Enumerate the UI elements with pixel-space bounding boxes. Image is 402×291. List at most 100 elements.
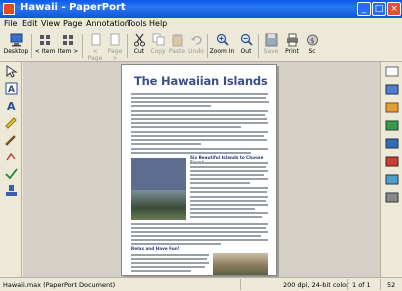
text-line bbox=[190, 216, 262, 218]
text-line bbox=[131, 93, 268, 95]
document-heading: The Hawaiian Islands bbox=[134, 74, 268, 88]
floppy-disk-icon bbox=[265, 33, 277, 47]
cut-button[interactable]: Cut bbox=[130, 33, 148, 60]
status-divider bbox=[347, 279, 348, 290]
toolbar-separator bbox=[127, 34, 128, 58]
paperport-window: Hawaii - PaperPort _ □ × File Edit View … bbox=[0, 0, 402, 291]
text-line bbox=[190, 200, 266, 202]
freehand-text-icon[interactable]: A bbox=[5, 99, 18, 112]
application-link-icon[interactable] bbox=[385, 120, 399, 131]
status-bar: Hawaii.max (PaperPort Document) 200 dpi,… bbox=[0, 277, 402, 291]
stamp-icon[interactable] bbox=[5, 184, 18, 197]
previous-item-label: < Item bbox=[34, 48, 56, 55]
text-line bbox=[131, 135, 264, 137]
menu-page[interactable]: Page bbox=[63, 19, 82, 28]
zoom-out-button[interactable]: Out bbox=[236, 33, 256, 60]
menu-annotation[interactable]: Annotation bbox=[86, 19, 130, 28]
paste-icon bbox=[172, 34, 182, 47]
previous-page-label: < Page bbox=[87, 48, 103, 62]
menu-view[interactable]: View bbox=[41, 19, 60, 28]
scan-icon: $ bbox=[306, 34, 318, 46]
desktop-button[interactable]: Desktop bbox=[3, 33, 29, 60]
previous-page-button[interactable]: < Page bbox=[85, 33, 105, 62]
text-line bbox=[190, 174, 264, 176]
minimize-button[interactable]: _ bbox=[357, 2, 371, 16]
pencil-icon[interactable] bbox=[5, 133, 18, 146]
text-line bbox=[131, 258, 207, 260]
undo-label: Undo bbox=[188, 48, 204, 55]
print-label: Print bbox=[285, 48, 299, 55]
menu-file[interactable]: File bbox=[4, 19, 17, 28]
toolbar-separator bbox=[82, 34, 83, 58]
text-line bbox=[131, 254, 209, 256]
text-line bbox=[131, 239, 268, 241]
cut-label: Cut bbox=[133, 48, 145, 55]
highlighter-icon[interactable] bbox=[5, 116, 18, 129]
menu-edit[interactable]: Edit bbox=[22, 19, 38, 28]
status-page-count: 1 of 1 bbox=[352, 281, 371, 289]
text-line bbox=[131, 131, 268, 133]
text-line bbox=[131, 101, 269, 103]
svg-text:A: A bbox=[7, 100, 16, 112]
window-title: Hawaii - PaperPort bbox=[20, 2, 126, 13]
paperport-app-icon[interactable] bbox=[3, 3, 15, 15]
text-line bbox=[131, 118, 267, 120]
text-line bbox=[131, 148, 268, 150]
text-line bbox=[131, 122, 268, 124]
scissors-icon bbox=[133, 33, 145, 47]
maximize-button[interactable]: □ bbox=[372, 2, 386, 16]
zoom-out-label: Out bbox=[240, 48, 252, 55]
text-line bbox=[190, 212, 268, 214]
previous-item-icon bbox=[39, 35, 50, 45]
status-divider bbox=[380, 279, 381, 290]
check-mark-icon[interactable] bbox=[5, 167, 18, 180]
text-line bbox=[190, 191, 267, 193]
copy-button[interactable]: Copy bbox=[149, 33, 167, 60]
next-page-icon bbox=[110, 33, 119, 46]
text-line bbox=[131, 126, 241, 128]
text-line bbox=[131, 243, 221, 245]
document-page[interactable]: The Hawaiian Islands Six Beautiful Islan… bbox=[121, 64, 277, 276]
toolbar-separator bbox=[258, 34, 259, 58]
menu-help[interactable]: Help bbox=[149, 19, 167, 28]
application-link-icon[interactable] bbox=[385, 138, 399, 149]
line-tool-icon[interactable] bbox=[5, 150, 18, 163]
previous-page-icon bbox=[91, 33, 100, 46]
text-line bbox=[131, 139, 267, 141]
scan-button[interactable]: $ Sc bbox=[303, 33, 321, 60]
paste-label: Paste bbox=[168, 48, 186, 55]
hawaii-map-image bbox=[131, 158, 186, 193]
text-line bbox=[190, 166, 266, 168]
application-link-icon[interactable] bbox=[385, 156, 399, 167]
close-button[interactable]: × bbox=[387, 2, 401, 16]
send-to-bar bbox=[380, 62, 402, 277]
text-note-icon[interactable]: A bbox=[5, 82, 18, 95]
document-canvas[interactable]: The Hawaiian Islands Six Beautiful Islan… bbox=[23, 62, 380, 277]
selection-arrow-icon[interactable] bbox=[5, 65, 18, 78]
beach-photo bbox=[131, 190, 186, 220]
previous-item-button[interactable]: < Item bbox=[34, 33, 56, 60]
copy-icon bbox=[152, 33, 164, 46]
zoom-out-icon bbox=[240, 33, 253, 46]
next-page-button[interactable]: Page > bbox=[105, 33, 125, 62]
text-line bbox=[131, 97, 266, 99]
save-button[interactable]: Save bbox=[261, 33, 281, 60]
title-bar: Hawaii - PaperPort _ □ × bbox=[0, 0, 402, 18]
text-line bbox=[131, 235, 261, 237]
document-thumbnail-icon[interactable] bbox=[385, 66, 399, 77]
undo-button[interactable]: Undo bbox=[187, 33, 205, 60]
paste-button[interactable]: Paste bbox=[168, 33, 186, 60]
next-item-button[interactable]: Item > bbox=[57, 33, 79, 60]
zoom-in-button[interactable]: Zoom In bbox=[209, 33, 235, 60]
svg-text:$: $ bbox=[310, 37, 314, 45]
text-line bbox=[190, 196, 268, 198]
zoom-in-icon bbox=[216, 33, 229, 46]
menu-tools[interactable]: Tools bbox=[127, 19, 147, 28]
landscape-photo bbox=[213, 253, 268, 275]
status-resolution: 200 dpi, 24-bit color bbox=[283, 281, 349, 289]
application-link-icon[interactable] bbox=[385, 192, 399, 203]
print-button[interactable]: Print bbox=[282, 33, 302, 60]
application-link-icon[interactable] bbox=[385, 102, 399, 113]
application-link-icon[interactable] bbox=[385, 84, 399, 95]
application-link-icon[interactable] bbox=[385, 174, 399, 185]
